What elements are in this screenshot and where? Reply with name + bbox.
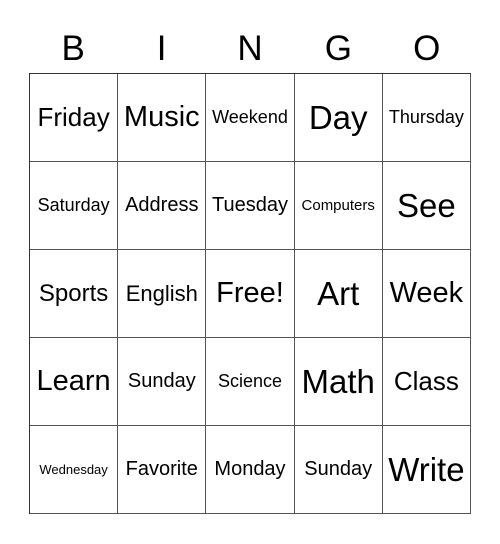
bingo-cell[interactable]: Math <box>294 338 383 426</box>
bingo-cell[interactable]: Class <box>382 338 471 426</box>
bingo-cell[interactable]: Thursday <box>382 74 471 162</box>
bingo-cell[interactable]: Computers <box>294 162 383 250</box>
header-letter-b: B <box>61 29 85 68</box>
bingo-cell[interactable]: Learn <box>30 338 119 426</box>
bingo-cell[interactable]: See <box>382 162 471 250</box>
bingo-cell[interactable]: Sunday <box>118 338 207 426</box>
bingo-cell[interactable]: Wednesday <box>30 426 119 514</box>
free-space-cell[interactable]: Free! <box>206 250 295 338</box>
bingo-cell[interactable]: Music <box>118 74 207 162</box>
bingo-cell[interactable]: Tuesday <box>206 162 295 250</box>
header-letter-i: I <box>156 29 167 68</box>
bingo-cell[interactable]: Address <box>118 162 207 250</box>
bingo-cell[interactable]: Day <box>294 74 383 162</box>
bingo-cell[interactable]: Sports <box>30 250 119 338</box>
bingo-grid: Friday Music Weekend Day Thursday Saturd… <box>29 73 471 514</box>
bingo-cell[interactable]: Sunday <box>294 426 383 514</box>
header-letter-n: N <box>237 29 263 68</box>
bingo-cell[interactable]: Science <box>206 338 295 426</box>
bingo-cell[interactable]: English <box>118 250 207 338</box>
bingo-cell[interactable]: Write <box>382 426 471 514</box>
header-letter-g: G <box>324 29 352 68</box>
bingo-cell[interactable]: Week <box>382 250 471 338</box>
bingo-cell[interactable]: Weekend <box>206 74 295 162</box>
bingo-header: B I N G O <box>29 26 471 72</box>
bingo-cell[interactable]: Friday <box>30 74 119 162</box>
bingo-cell[interactable]: Art <box>294 250 383 338</box>
header-letter-o: O <box>413 29 441 68</box>
bingo-cell[interactable]: Saturday <box>30 162 119 250</box>
bingo-cell[interactable]: Monday <box>206 426 295 514</box>
bingo-cell[interactable]: Favorite <box>118 426 207 514</box>
